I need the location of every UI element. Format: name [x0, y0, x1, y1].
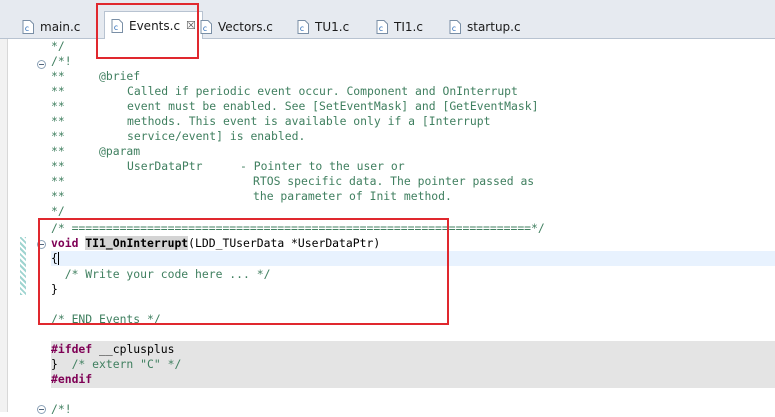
code-line: } /* extern "C" */	[51, 357, 182, 371]
tab-label: main.c	[40, 20, 81, 34]
left-view-edge	[0, 39, 8, 412]
tab-label: Vectors.c	[218, 20, 273, 34]
tab-label: startup.c	[467, 20, 521, 34]
code-line: ** @param	[51, 144, 141, 158]
code-line: /*!	[51, 54, 72, 68]
code-line: /*!	[51, 402, 72, 416]
code-line: ** UserDataPtr - Pointer to the user or	[51, 159, 405, 173]
code-line: ** methods. This event is available only …	[51, 114, 491, 128]
highlight-box-code	[38, 218, 449, 325]
tab-tu1-c[interactable]: c TU1.c	[297, 16, 349, 38]
tab-label: TI1.c	[394, 20, 423, 34]
code-line: ** Called if periodic event occur. Compon…	[51, 84, 518, 98]
tab-main-c[interactable]: c main.c	[22, 16, 80, 38]
c-file-icon: c	[297, 20, 309, 34]
svg-text:c: c	[25, 24, 30, 33]
svg-text:c: c	[300, 24, 305, 33]
fold-collapse-icon[interactable]	[37, 60, 46, 69]
c-file-icon: c	[376, 20, 388, 34]
tab-vectors-c[interactable]: c Vectors.c	[200, 16, 273, 38]
highlight-box-tab	[96, 3, 199, 59]
change-marker-strip	[20, 237, 26, 295]
tab-startup-c[interactable]: c startup.c	[449, 16, 521, 38]
svg-text:c: c	[203, 24, 208, 33]
c-file-icon: c	[200, 20, 212, 34]
fold-collapse-icon[interactable]	[37, 405, 46, 414]
code-line: */	[51, 39, 65, 53]
code-line: */	[51, 204, 65, 218]
code-line: ** service/event] is enabled.	[51, 129, 306, 143]
svg-text:c: c	[379, 24, 384, 33]
tab-ti1-c[interactable]: c TI1.c	[376, 16, 423, 38]
code-line: ** the parameter of Init method.	[51, 189, 452, 203]
c-file-icon: c	[449, 20, 461, 34]
c-file-icon: c	[22, 20, 34, 34]
code-line: #ifdef __cplusplus	[51, 342, 175, 356]
code-line: #endif	[51, 372, 93, 386]
code-line: ** @brief	[51, 69, 141, 83]
tab-label: TU1.c	[315, 20, 350, 34]
code-line: ** event must be enabled. See [SetEventMa…	[51, 99, 539, 113]
svg-text:c: c	[452, 24, 457, 33]
code-line: ** RTOS specific data. The pointer passed…	[51, 174, 535, 188]
